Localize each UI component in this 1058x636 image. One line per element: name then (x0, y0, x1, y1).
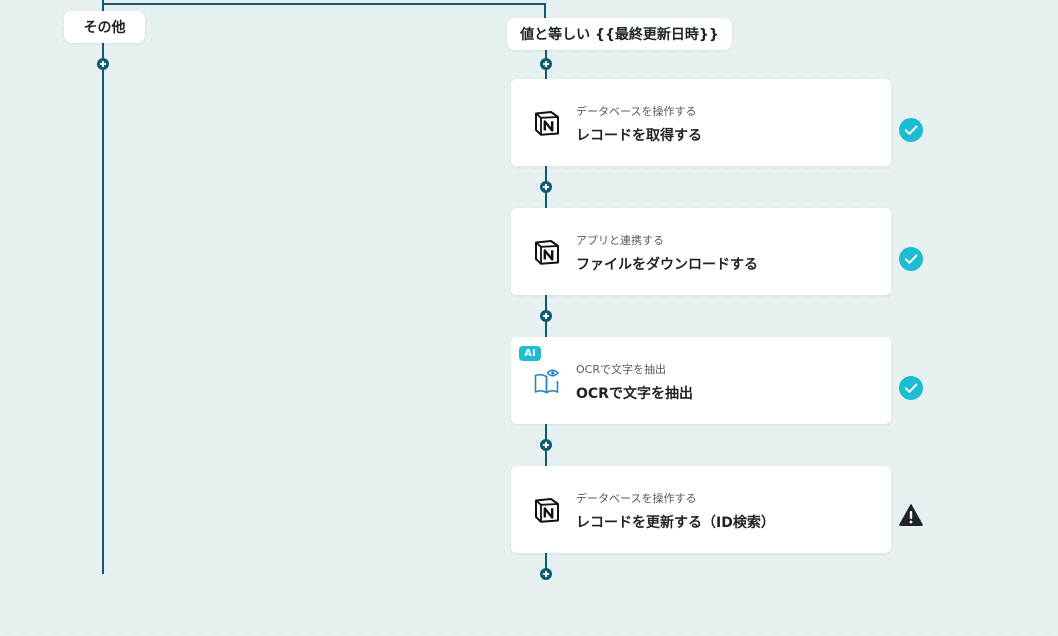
ai-badge: AI (519, 346, 541, 361)
add-step-button[interactable] (97, 58, 109, 70)
step-title: レコードを更新する（ID検索） (576, 515, 775, 531)
add-step-button[interactable] (540, 568, 552, 580)
branch-label-other-text: その他 (83, 20, 126, 36)
step-card-get-record[interactable]: データベースを操作する レコードを取得する (511, 79, 891, 166)
branch-label-condition[interactable]: 値と等しい {{最終更新日時}} (507, 18, 732, 50)
other-branch-line (102, 42, 104, 574)
step-subtitle: データベースを操作する (576, 105, 697, 118)
check-circle-icon (899, 376, 923, 400)
notion-icon (535, 111, 559, 136)
step-card-download-file[interactable]: アプリと連携する ファイルをダウンロードする (511, 208, 891, 295)
notion-icon (535, 240, 559, 265)
check-circle-icon (899, 118, 923, 142)
add-step-button[interactable] (540, 310, 552, 322)
step-title: OCRで文字を抽出 (576, 386, 693, 402)
branch-label-other[interactable]: その他 (64, 11, 145, 43)
step-title: レコードを取得する (576, 128, 702, 144)
step-card-ocr[interactable]: AI OCRで文字を抽出 OCRで文字を抽出 (511, 337, 891, 424)
add-step-button[interactable] (540, 58, 552, 70)
step-subtitle: アプリと連携する (576, 234, 664, 247)
branch-horizontal-line (102, 3, 546, 5)
step-subtitle: データベースを操作する (576, 492, 697, 505)
warning-triangle-icon (899, 504, 923, 526)
check-circle-icon (899, 247, 923, 271)
branch-label-condition-text: 値と等しい {{最終更新日時}} (520, 27, 719, 43)
step-card-update-record[interactable]: データベースを操作する レコードを更新する（ID検索） (511, 466, 891, 553)
branch-right-drop-line (544, 3, 546, 19)
notion-icon (535, 498, 559, 523)
step-title: ファイルをダウンロードする (576, 257, 758, 273)
step-subtitle: OCRで文字を抽出 (576, 363, 666, 376)
book-eye-icon (534, 369, 560, 394)
add-step-button[interactable] (540, 439, 552, 451)
add-step-button[interactable] (540, 181, 552, 193)
